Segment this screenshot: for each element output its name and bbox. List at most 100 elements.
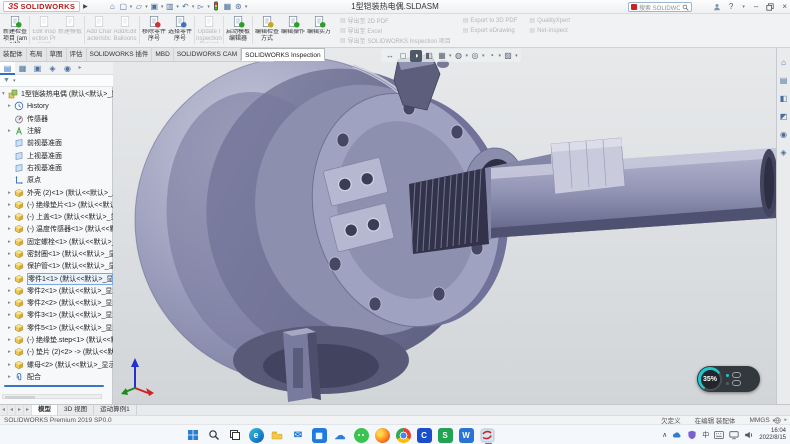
taskbar-task-view-icon[interactable]	[228, 428, 243, 443]
section-view-icon[interactable]: ◧	[423, 50, 435, 62]
export-command[interactable]: ▤导出至 SOLIDWORKS Inspection 项目	[340, 36, 451, 45]
ribbon-button[interactable]: Edit Inspection Project	[31, 14, 57, 47]
sheet-nav-next-icon[interactable]: ▸	[16, 405, 24, 415]
sheet-tab[interactable]: 3D 视图	[58, 405, 94, 415]
zoom-area-icon[interactable]: ◻	[397, 50, 409, 62]
appearances-scenes-icon[interactable]: ◉	[780, 130, 787, 139]
tree-item[interactable]: ▸(-) 绝缘垫片<1> (默认<<默认>_显示	[0, 199, 113, 211]
tray-onedrive-icon[interactable]	[672, 430, 682, 440]
ribbon-button[interactable]: Update Inspection Project	[196, 14, 222, 47]
taskbar-mail-icon[interactable]: ✉	[291, 428, 306, 443]
sheet-tab[interactable]: 模型	[32, 405, 58, 415]
tree-item[interactable]: ▸(-) 上盖<1> (默认<<默认>_显示状态	[0, 211, 113, 223]
home-icon[interactable]: ⌂	[107, 2, 118, 11]
display-style-icon[interactable]: ◍	[453, 50, 465, 62]
tree-item[interactable]: ▸注解	[0, 125, 113, 137]
tree-item[interactable]: ▸外壳 (2)<1> (默认<<默认>_显示状态	[0, 186, 113, 198]
3d-model-assembly[interactable]	[113, 48, 776, 404]
tree-filter-bar[interactable]: ▼ ▾	[0, 75, 113, 87]
property-manager-tab-icon[interactable]: ▦	[15, 62, 30, 75]
export-command[interactable]: ▤Export to 3D PDF	[463, 16, 518, 25]
taskbar-search-icon[interactable]	[207, 428, 222, 443]
taskbar-wechat-icon[interactable]	[354, 428, 369, 443]
tree-item[interactable]: ▸保护管<1> (默认<<默认>_显示状态	[0, 260, 113, 272]
scrollbar-thumb[interactable]	[5, 396, 35, 399]
tree-item[interactable]: 前视基准面	[0, 137, 113, 149]
tree-item[interactable]: ▸固定螺栓<1> (默认<<默认>_显示状	[0, 236, 113, 248]
command-tab[interactable]: SOLIDWORKS Inspection	[241, 48, 325, 61]
dropdown-caret-icon[interactable]: ▾	[482, 53, 485, 59]
ribbon-button[interactable]: 编辑操作	[280, 14, 306, 47]
scene-icon[interactable]: ▨	[502, 50, 514, 62]
search-input[interactable]: 搜索 SOLIDWORKS 帮助	[628, 2, 692, 12]
tree-item[interactable]: ▸零件1<1> (默认<<默认>_显示状态	[0, 272, 113, 284]
taskbar-chrome-icon[interactable]	[396, 428, 411, 443]
dropdown-caret-icon[interactable]: ▾	[192, 4, 195, 10]
tree-item[interactable]: ▸(-) 垫片 (2)<2> -> (默认<<默认>	[0, 346, 113, 358]
command-tab[interactable]: SOLIDWORKS CAM	[174, 48, 241, 61]
command-tab[interactable]: 布局	[27, 48, 47, 61]
ribbon-button[interactable]: 编辑实方	[306, 14, 332, 47]
tree-item[interactable]: 右视基准面	[0, 162, 113, 174]
filter-funnel-icon[interactable]: ▼	[3, 77, 10, 84]
dropdown-caret-icon[interactable]: ▾	[245, 4, 248, 10]
dropdown-caret-icon[interactable]: ▾	[145, 4, 148, 10]
dropdown-caret-icon[interactable]: ▾	[161, 4, 164, 10]
sheet-nav-prev-icon[interactable]: ◂	[8, 405, 16, 415]
taskbar-firefox-icon[interactable]	[375, 428, 390, 443]
taskbar-wps-sheet-icon[interactable]: S	[438, 428, 453, 443]
help-caret-icon[interactable]: ▾	[742, 4, 745, 10]
tree-item[interactable]: ▸密封圈<1> (默认<<默认>_显示状态	[0, 248, 113, 260]
export-command[interactable]: ▤Export eDrawing	[463, 26, 518, 35]
status-item[interactable]: MMGS ▾	[749, 417, 776, 424]
save-icon[interactable]: ▣	[149, 2, 160, 11]
dropdown-caret-icon[interactable]: ▾	[499, 53, 502, 59]
select-cursor-icon[interactable]: ▻	[195, 2, 206, 11]
close-button[interactable]: ×	[782, 0, 787, 13]
tray-speaker-icon[interactable]	[744, 430, 754, 440]
taskbar-edge-icon[interactable]: e	[249, 428, 264, 443]
taskbar-onedrive-icon[interactable]: ☁	[333, 428, 348, 443]
export-command[interactable]: ▤导出至 Excel	[340, 26, 451, 35]
ribbon-button[interactable]: 移除零件序号	[141, 14, 167, 47]
tree-item[interactable]: ▸History	[0, 100, 113, 112]
tray-security-shield-icon[interactable]	[687, 430, 697, 440]
display-manager-tab-icon[interactable]: ◉	[60, 62, 75, 75]
status-globe-icon[interactable]	[774, 417, 781, 424]
sheet-nav-first-icon[interactable]: ◂	[0, 405, 8, 415]
taskbar-clock[interactable]: 16:04 2022/8/15	[759, 428, 786, 442]
ribbon-button[interactable]: 启动模板编辑器	[225, 14, 251, 47]
panel-horizontal-scrollbar[interactable]	[2, 394, 102, 399]
restore-button[interactable]	[766, 3, 774, 11]
design-library-icon[interactable]: ▤	[780, 76, 788, 85]
export-command[interactable]: ▤QualityXpert	[529, 16, 570, 25]
tree-item[interactable]: 传感器	[0, 113, 113, 125]
solidworks-resources-icon[interactable]: ⌂	[781, 58, 786, 67]
taskbar-start-icon[interactable]	[186, 428, 201, 443]
tree-item[interactable]: ▸(-) 温度传感器<1> (默认<<默认>_显	[0, 223, 113, 235]
dropdown-caret-icon[interactable]: ▾	[207, 4, 210, 10]
tree-item[interactable]: 原点	[0, 174, 113, 186]
rebuild-icon[interactable]	[211, 1, 222, 12]
view-orientation-icon[interactable]: ▦	[436, 50, 448, 62]
taskbar-solidworks-icon[interactable]	[480, 428, 495, 443]
open-document-icon[interactable]: ▱	[133, 2, 144, 11]
undo-icon[interactable]: ↶	[180, 2, 191, 11]
print-icon[interactable]: ▥	[164, 2, 175, 11]
export-command[interactable]: ▤导出至 2D PDF	[340, 16, 451, 25]
new-document-icon[interactable]: ▢	[118, 2, 129, 11]
tray-display-icon[interactable]	[729, 430, 739, 440]
tree-item[interactable]: ▸零件2<1> (默认<<默认>_显示状态	[0, 285, 113, 297]
ribbon-button[interactable]: 新建检查项目 (amp;N)	[2, 14, 28, 47]
tree-item[interactable]: 上视基准面	[0, 149, 113, 161]
model-bottom-part[interactable]	[283, 328, 321, 402]
sheet-tab[interactable]: 运动算例1	[94, 405, 137, 415]
search-icon[interactable]	[682, 4, 689, 11]
command-tab[interactable]: SOLIDWORKS 插件	[87, 48, 153, 61]
login-user-icon[interactable]	[713, 3, 721, 11]
zoom-fit-icon[interactable]: ↔	[384, 50, 396, 62]
ribbon-button[interactable]: 选择零件序号	[167, 14, 193, 47]
ime-keyboard-icon[interactable]	[714, 430, 724, 440]
tree-item[interactable]: ▸螺母<2> (默认<<默认>_显示状态	[0, 359, 113, 371]
tray-chevron-icon[interactable]: ∧	[662, 431, 667, 439]
